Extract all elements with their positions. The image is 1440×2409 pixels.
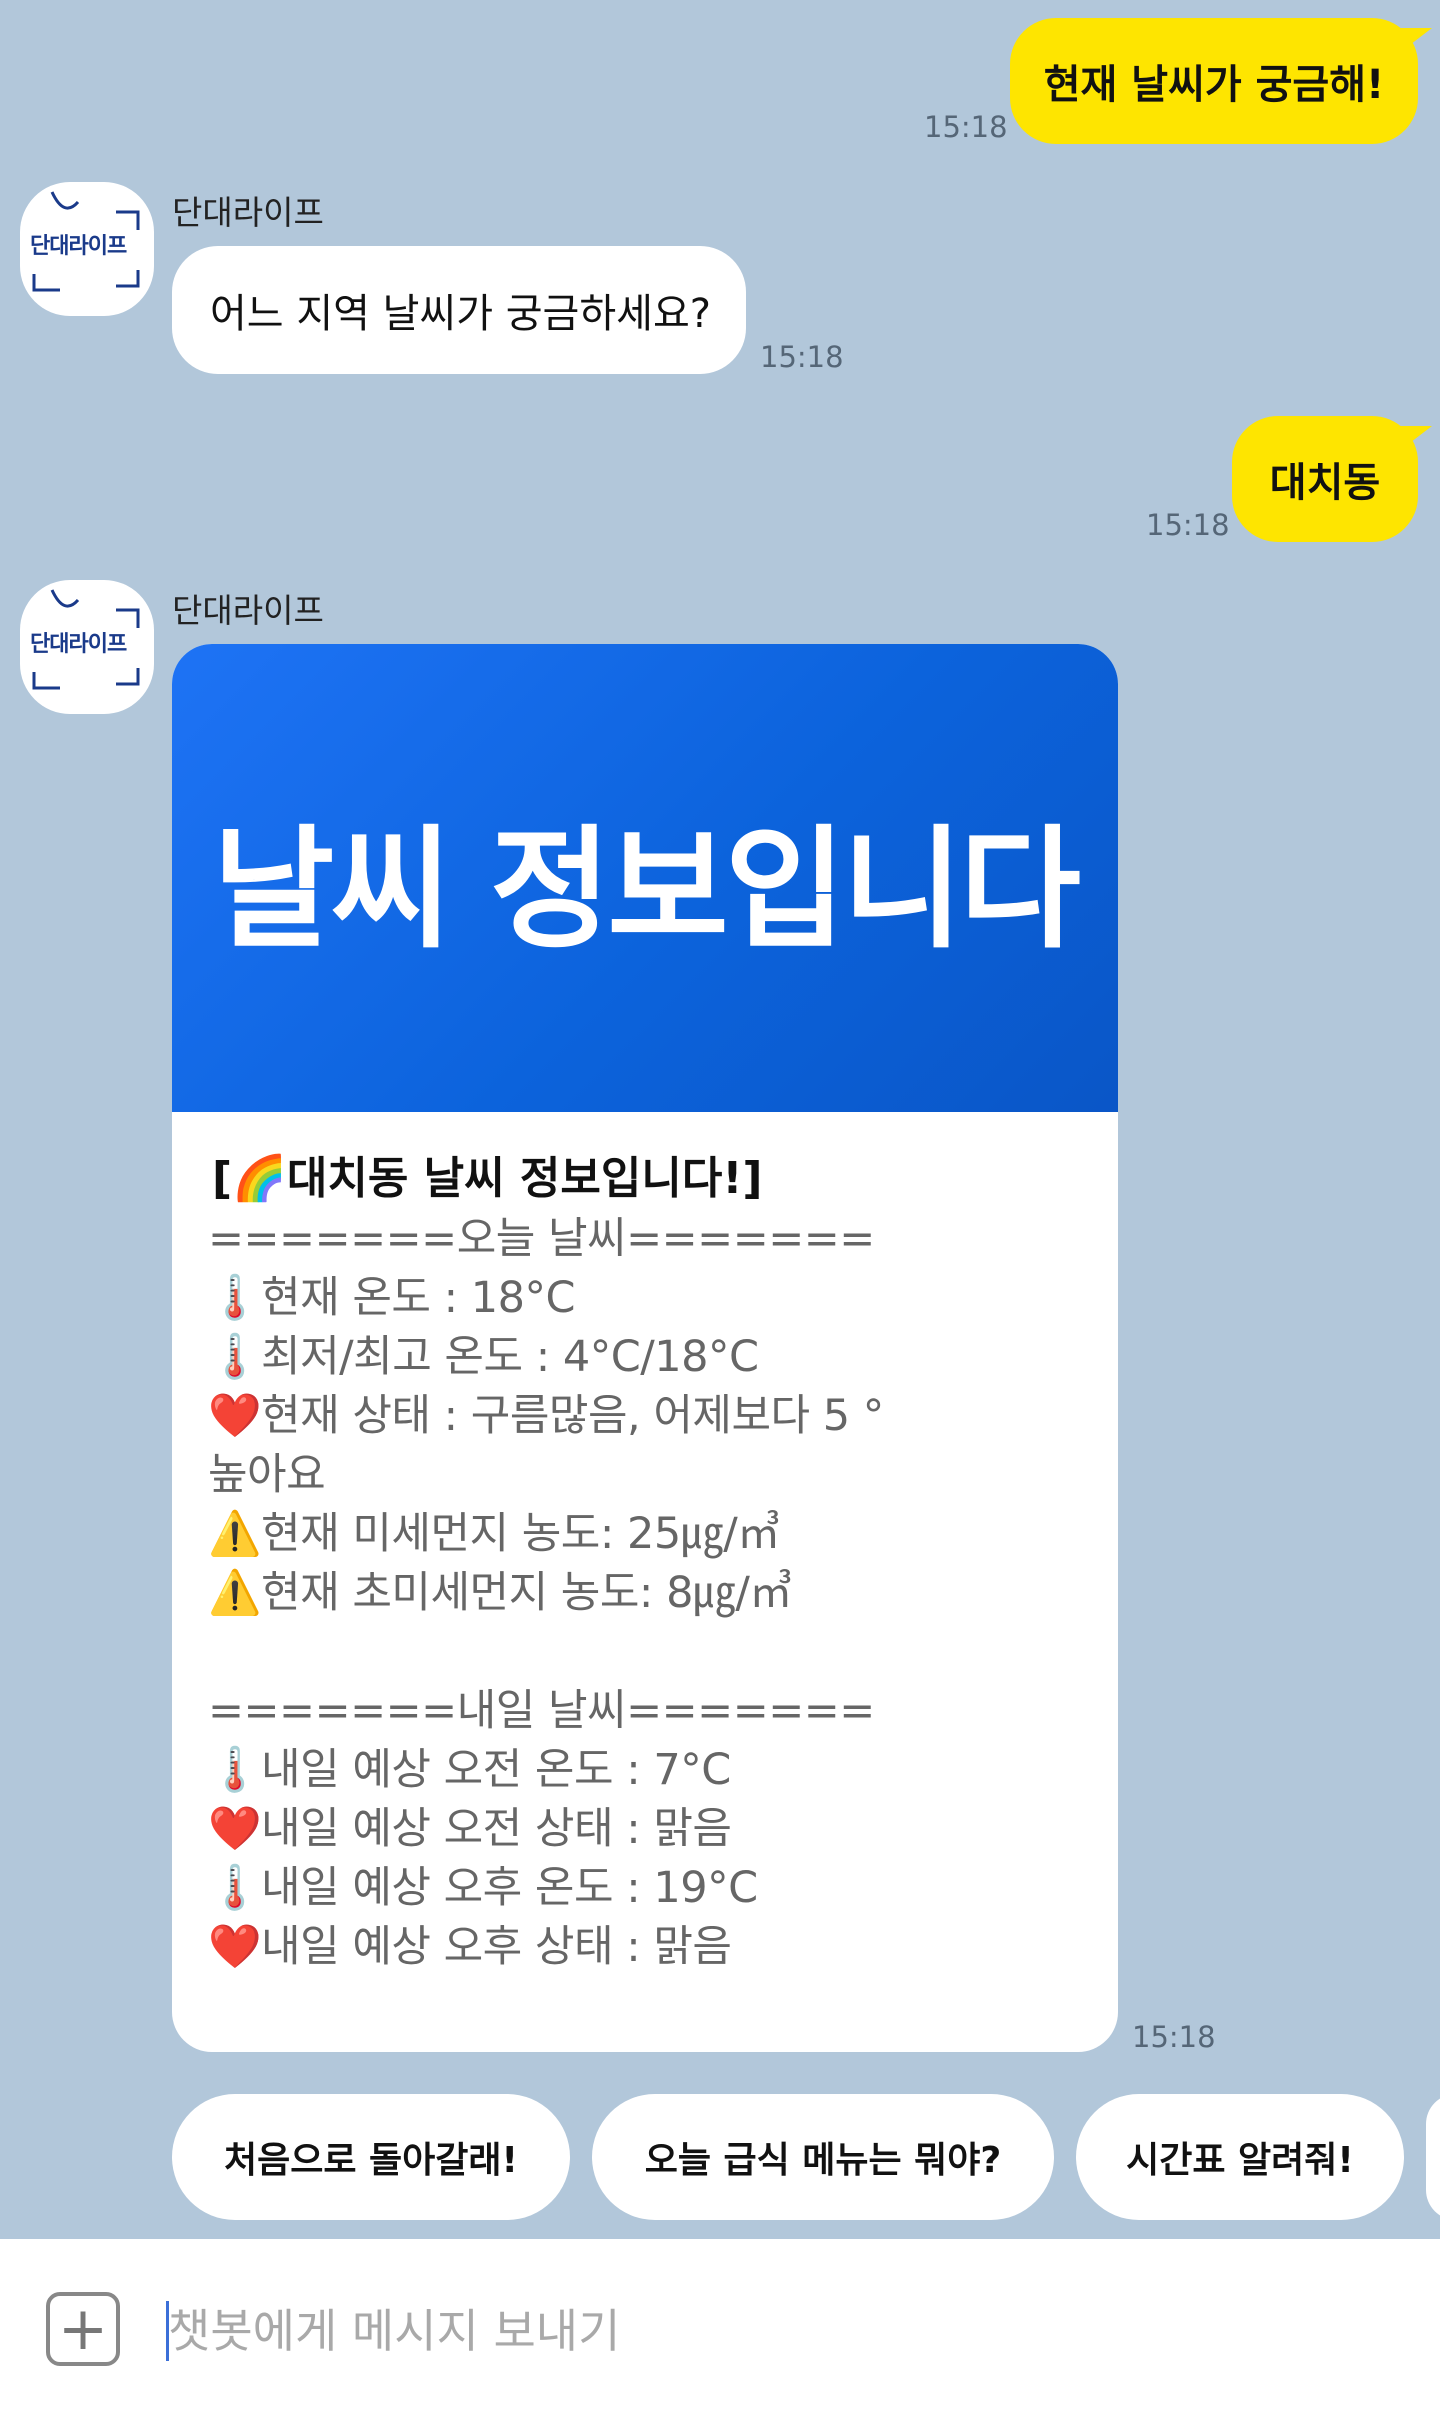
quick-reply-lunch-menu[interactable]: 오늘 급식 메뉴는 뭐야? xyxy=(592,2094,1054,2220)
message-time: 15:18 xyxy=(760,340,844,374)
user-message-text: 현재 날씨가 궁금해! xyxy=(1043,62,1385,108)
avatar-label: 단대라이프 xyxy=(30,632,127,657)
message-time: 15:18 xyxy=(1132,2020,1216,2054)
bubble-tail xyxy=(1398,426,1432,452)
card-line: ⚠️현재 미세먼지 농도: 25㎍/㎥ xyxy=(208,1509,780,1559)
card-line: 🌡️현재 온도 : 18°C xyxy=(208,1273,576,1323)
bot-avatar[interactable]: 단대라이프 xyxy=(20,182,154,316)
user-message-bubble: 현재 날씨가 궁금해! xyxy=(1010,18,1432,144)
card-line: =======내일 날씨======= xyxy=(208,1686,875,1736)
card-body: =======오늘 날씨======= 🌡️현재 온도 : 18°C 🌡️최저/… xyxy=(208,1210,884,1977)
card-line: 🌡️내일 예상 오후 온도 : 19°C xyxy=(208,1863,758,1913)
bot-name: 단대라이프 xyxy=(172,193,324,232)
bot-name: 단대라이프 xyxy=(172,591,324,630)
weather-card: 날씨 정보입니다 [🌈대치동 날씨 정보입니다!] =======오늘 날씨==… xyxy=(172,644,1118,2052)
card-line: =======오늘 날씨======= xyxy=(208,1214,875,1264)
card-line: ❤️현재 상태 : 구름많음, 어제보다 5 ° xyxy=(208,1391,884,1441)
card-line: ⚠️현재 초미세먼지 농도: 8㎍/㎥ xyxy=(208,1568,792,1618)
card-line: 높아요 xyxy=(208,1450,326,1500)
plus-icon[interactable]: + xyxy=(46,2292,120,2366)
user-message-bubble: 대치동 xyxy=(1232,416,1432,542)
bubble-tail xyxy=(1398,28,1432,54)
card-line: 🌡️내일 예상 오전 온도 : 7°C xyxy=(208,1745,731,1795)
avatar-label: 단대라이프 xyxy=(30,234,127,259)
card-title: [🌈대치동 날씨 정보입니다!] xyxy=(212,1153,763,1204)
card-line xyxy=(208,1623,884,1682)
quick-reply-timetable[interactable]: 시간표 알려줘! xyxy=(1076,2094,1404,2220)
message-input-bar: + xyxy=(0,2239,1440,2409)
card-line: 🌡️최저/최고 온도 : 4°C/18°C xyxy=(208,1332,759,1382)
message-time: 15:18 xyxy=(1146,508,1230,542)
card-line: ❤️내일 예상 오전 상태 : 맑음 xyxy=(208,1804,732,1854)
bot-avatar[interactable]: 단대라이프 xyxy=(20,580,154,714)
quick-reply-home[interactable]: 처음으로 돌아갈래! xyxy=(172,2094,570,2220)
card-banner-title: 날씨 정보입니다 xyxy=(212,812,1081,967)
bot-message-text: 어느 지역 날씨가 궁금하세요? xyxy=(210,291,711,337)
quick-reply-more[interactable] xyxy=(1426,2094,1440,2220)
message-input[interactable] xyxy=(168,2289,1368,2373)
user-message-text: 대치동 xyxy=(1269,460,1381,506)
card-line: ❤️내일 예상 오후 상태 : 맑음 xyxy=(208,1922,732,1972)
message-time: 15:18 xyxy=(924,110,1008,144)
card-banner: 날씨 정보입니다 xyxy=(172,644,1118,1112)
bot-message-bubble: 어느 지역 날씨가 궁금하세요? xyxy=(172,246,746,374)
